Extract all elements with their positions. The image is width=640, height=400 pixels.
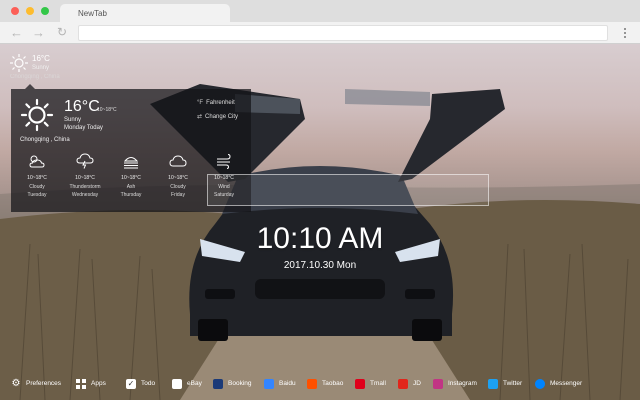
shortcut-label: Booking — [228, 380, 252, 387]
shortcut-label: Instagram — [448, 380, 477, 387]
fahrenheit-label: Fahrenheit — [206, 100, 235, 106]
cloud-icon — [169, 155, 187, 167]
swap-icon: ⇄ — [197, 114, 203, 120]
forecast-range: 10~18°C — [168, 175, 188, 181]
shortcut-label: Baidu — [279, 380, 296, 387]
close-window-button[interactable] — [11, 7, 19, 15]
reload-icon[interactable]: ↻ — [57, 26, 67, 39]
wind-icon — [217, 154, 231, 169]
checkbox-icon: ✓ — [126, 379, 136, 389]
ash-icon — [123, 157, 139, 169]
tab-title: NewTab — [78, 9, 107, 18]
ebay-icon — [172, 379, 182, 389]
weather-city: Chongqing , China — [20, 137, 70, 143]
forecast-condition: Cloudy — [29, 184, 45, 190]
panel-caret — [25, 84, 35, 89]
address-bar[interactable] — [78, 25, 608, 41]
current-day: Monday Today — [64, 125, 103, 131]
window-titlebar: NewTab — [0, 0, 640, 22]
sun-icon — [20, 98, 54, 132]
forecast-day: 10~18°C Thunderstorm Wednesday — [65, 153, 105, 198]
forecast-condition: Cloudy — [170, 184, 186, 190]
forecast-day: 10~18°C Cloudy Tuesday — [17, 153, 57, 198]
shortcut-label: Tmall — [370, 380, 386, 387]
change-city-button[interactable]: ⇄ Change City — [197, 113, 238, 120]
forecast-day-name: Thursday — [120, 192, 142, 198]
current-condition: Sunny — [64, 117, 82, 123]
current-temperature: 16°C — [64, 98, 100, 115]
shortcut-label: eBay — [187, 380, 202, 387]
forecast-condition: Thunderstorm — [69, 184, 101, 190]
shortcut-label: Messenger — [550, 380, 583, 387]
forecast-condition: Ash — [126, 184, 136, 190]
forecast-day: 10~18°C Ash Thursday — [111, 153, 151, 198]
fahrenheit-toggle[interactable]: °F Fahrenheit — [197, 100, 235, 106]
back-arrow-icon[interactable]: ← — [10, 26, 23, 39]
twitter-icon — [488, 379, 498, 389]
weather-mini-temperature: 16°C — [32, 54, 50, 63]
sun-icon — [10, 54, 28, 72]
forecast-day: 10~18°C Cloudy Friday — [158, 153, 198, 198]
bottom-shortcut-bar: ⚙ Preferences Apps ✓ Todo eBay Booking B… — [0, 374, 640, 394]
forecast-range: 10~18°C — [75, 175, 95, 181]
forecast-range: 10~18°C — [27, 175, 47, 181]
current-temperature-range: 10~18°C — [97, 107, 117, 113]
weather-mini-condition: Sunny — [32, 65, 50, 71]
grid-icon — [76, 379, 86, 389]
shortcut-label: JD — [413, 380, 421, 387]
maximize-window-button[interactable] — [41, 7, 49, 15]
minimize-window-button[interactable] — [26, 7, 34, 15]
cloudy-sun-icon — [29, 155, 45, 168]
weather-mini-location: Chongqing , China — [10, 74, 60, 80]
shortcut-label: Apps — [91, 380, 106, 387]
taobao-icon — [307, 379, 317, 389]
shortcut-label: Taobao — [322, 380, 344, 387]
clock-date: 2017.10.30 Mon — [283, 260, 357, 271]
shortcut-label: Twitter — [503, 380, 523, 387]
degree-icon: °F — [197, 100, 204, 106]
change-city-label: Change City — [205, 114, 239, 120]
thunderstorm-icon — [76, 153, 94, 169]
forecast-day-name: Tuesday — [27, 192, 47, 198]
browser-toolbar: ← → ↻ — [0, 22, 640, 44]
weather-mini-widget[interactable]: 16°C Sunny Chongqing , China — [10, 54, 60, 80]
clock-time: 10:10 AM — [256, 222, 384, 255]
booking-icon — [213, 379, 223, 389]
browser-tab[interactable]: NewTab — [60, 4, 230, 22]
gear-icon: ⚙ — [11, 378, 21, 389]
jd-icon — [398, 379, 408, 389]
messenger-icon — [535, 379, 545, 389]
browser-menu-icon[interactable] — [624, 26, 626, 40]
tmall-icon — [355, 379, 365, 389]
shortcut-label: Todo — [141, 380, 156, 387]
forecast-range: 10~18°C — [121, 175, 141, 181]
forecast-day-name: Wednesday — [71, 192, 99, 198]
shortcut-label: Preferences — [26, 380, 62, 387]
forward-arrow-icon[interactable]: → — [32, 26, 45, 39]
search-input[interactable] — [207, 174, 489, 206]
forecast-day-name: Friday — [171, 192, 185, 198]
baidu-icon — [264, 379, 274, 389]
instagram-icon — [433, 379, 443, 389]
